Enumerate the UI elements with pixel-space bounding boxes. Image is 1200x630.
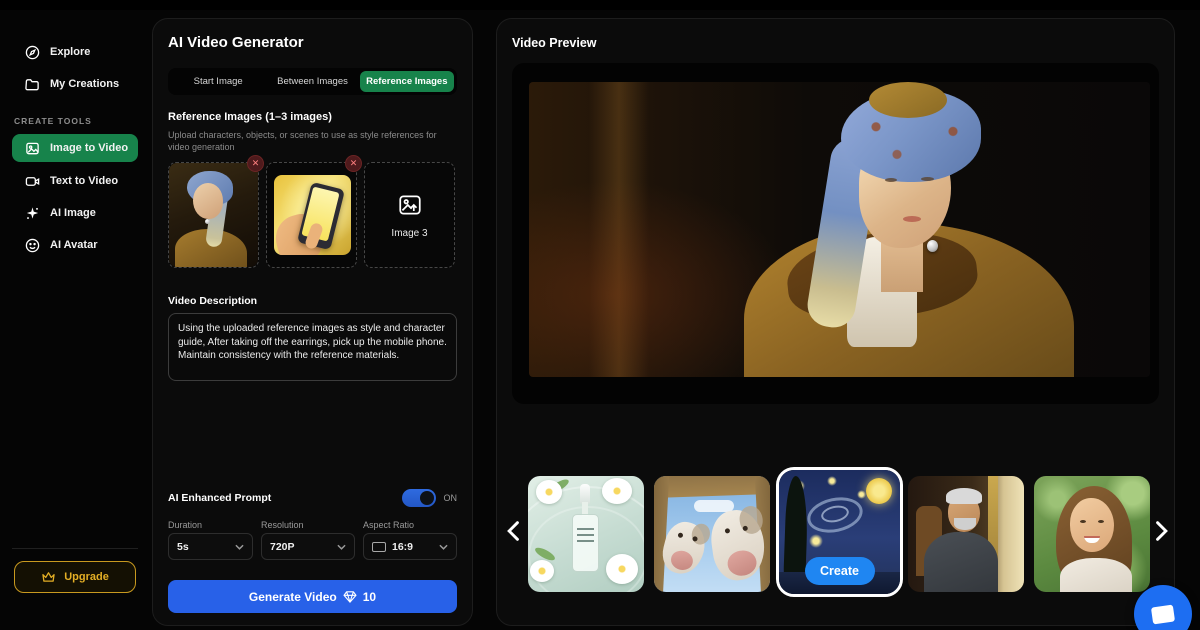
carousel-prev-button[interactable] [503,518,523,544]
sidebar-item-ai-avatar[interactable]: AI Avatar [0,231,150,259]
image-icon [24,140,40,156]
duration-label: Duration [168,520,253,530]
folder-icon [24,76,40,92]
create-button[interactable]: Create [805,557,875,585]
aspect-ratio-value: 16:9 [392,541,413,553]
video-preview-image-pearl-girl[interactable] [529,82,1150,377]
carousel-next-button[interactable] [1152,518,1172,544]
upload-image-icon [397,192,423,218]
upgrade-button[interactable]: Upgrade [14,561,136,593]
video-description-label: Video Description [168,295,257,307]
sidebar-item-my-creations[interactable]: My Creations [0,70,150,98]
tab-reference-images[interactable]: Reference Images [360,71,454,92]
chat-bubble-icon [1151,604,1175,624]
aspect-ratio-label: Aspect Ratio [363,520,457,530]
video-camera-icon [24,173,40,189]
resolution-value: 720P [270,541,295,553]
sidebar-item-label: AI Image [50,207,96,219]
upgrade-label: Upgrade [64,571,109,583]
sidebar-item-label: My Creations [50,78,119,90]
sidebar: Explore My Creations CREATE TOOLS Image … [0,10,150,630]
sidebar-item-ai-image[interactable]: AI Image [0,199,150,227]
generate-video-label: Generate Video [249,590,337,604]
duration-select[interactable]: 5s [168,533,253,560]
sparkles-icon [24,205,40,221]
video-description-textarea[interactable]: Using the uploaded reference images as s… [168,313,457,381]
remove-image-1-button[interactable]: ✕ [247,155,264,172]
sidebar-item-label: Explore [50,46,90,58]
smiley-face-icon [24,237,40,253]
reference-images-description: Upload characters, objects, or scenes to… [168,129,448,153]
top-strip [0,0,1200,10]
sidebar-item-label: AI Avatar [50,239,97,251]
settings-selects: 5s 720P 16:9 [168,533,457,560]
enhanced-prompt-toggle[interactable] [402,489,436,507]
reference-slot-3-empty[interactable]: Image 3 [364,162,455,268]
reference-image-pearl-girl [169,163,258,267]
sidebar-item-explore[interactable]: Explore [0,38,150,66]
crown-icon [41,571,56,583]
sidebar-item-label: Text to Video [50,175,118,187]
chat-widget-button[interactable] [1134,585,1192,630]
enhanced-prompt-row: AI Enhanced Prompt ON [168,489,457,507]
sidebar-item-image-to-video[interactable]: Image to Video [12,134,138,162]
reference-slot-2[interactable]: ✕ [266,162,357,268]
aspect-ratio-rect-icon [372,542,386,552]
chevron-down-icon [439,544,448,550]
sidebar-item-label: Image to Video [50,142,128,154]
create-tools-section-label: CREATE TOOLS [0,116,150,126]
empty-slot-label: Image 3 [391,228,427,239]
enhanced-prompt-label: AI Enhanced Prompt [168,492,271,504]
sidebar-divider [12,548,138,549]
reference-images-heading: Reference Images (1–3 images) [168,111,332,123]
thumbnail-woman-selfie[interactable] [1034,476,1150,592]
chevron-down-icon [337,544,346,550]
resolution-select[interactable]: 720P [261,533,355,560]
generate-cost: 10 [363,590,376,604]
settings-labels: Duration Resolution Aspect Ratio [168,520,457,530]
gem-icon [343,591,357,603]
thumbnail-cows[interactable] [654,476,770,592]
tab-between-images[interactable]: Between Images [265,71,359,92]
page-title: AI Video Generator [168,34,304,51]
aspect-ratio-select[interactable]: 16:9 [363,533,457,560]
compass-icon [24,44,40,60]
chevron-down-icon [235,544,244,550]
remove-image-2-button[interactable]: ✕ [345,155,362,172]
reference-image-phone-hand [274,175,351,255]
thumbnail-starry-night-selected[interactable]: Create [776,467,903,597]
thumbnail-skincare-product[interactable] [528,476,644,592]
resolution-label: Resolution [261,520,355,530]
tab-start-image[interactable]: Start Image [171,71,265,92]
video-preview-title: Video Preview [512,36,597,50]
reference-image-slots: ✕ ✕ Image 3 [168,162,457,268]
mode-tabbar: Start Image Between Images Reference Ima… [168,68,457,95]
generate-video-button[interactable]: Generate Video 10 [168,580,457,613]
sidebar-item-text-to-video[interactable]: Text to Video [0,167,150,195]
enhanced-prompt-state: ON [444,493,458,503]
thumbnail-elderly-man[interactable] [908,476,1024,592]
duration-value: 5s [177,541,189,553]
reference-slot-1[interactable]: ✕ [168,162,259,268]
